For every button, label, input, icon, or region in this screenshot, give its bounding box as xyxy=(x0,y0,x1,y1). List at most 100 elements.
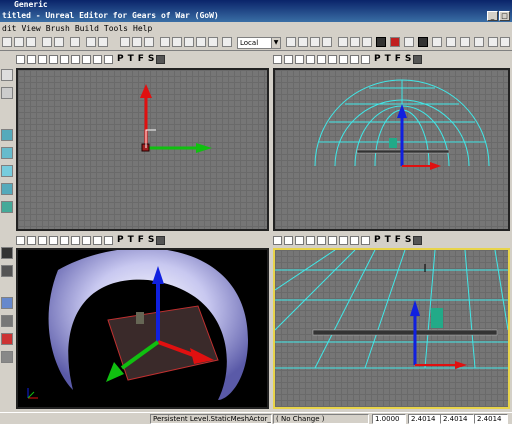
maximize-viewport-icon[interactable] xyxy=(413,54,423,64)
realtime-preview-icon[interactable] xyxy=(104,54,113,64)
viewport-bottom-left[interactable] xyxy=(16,248,269,409)
texture-density-icon[interactable] xyxy=(82,235,91,245)
texture-density-icon[interactable] xyxy=(339,235,348,245)
lighting-only-icon[interactable] xyxy=(317,235,326,245)
add-brush-icon[interactable] xyxy=(1,247,13,259)
volume-icon[interactable] xyxy=(1,297,13,309)
content-icon[interactable] xyxy=(488,37,498,47)
complexity-icon[interactable] xyxy=(71,54,80,64)
wireframe-icon[interactable] xyxy=(27,54,36,64)
menu-edit[interactable]: dit xyxy=(2,24,16,33)
sphere-brush-icon[interactable] xyxy=(1,147,13,159)
unlit-icon[interactable] xyxy=(38,54,47,64)
view-icon[interactable] xyxy=(16,54,25,64)
view-front[interactable]: F xyxy=(395,54,401,64)
view-perspective[interactable]: P xyxy=(117,235,124,245)
complexity-icon[interactable] xyxy=(328,235,337,245)
viewport-top-right[interactable] xyxy=(273,68,510,231)
complexity-icon[interactable] xyxy=(328,54,337,64)
view-icon[interactable] xyxy=(16,235,25,245)
deintersect-icon[interactable] xyxy=(1,333,13,345)
view-perspective[interactable]: P xyxy=(374,54,381,64)
translate-icon[interactable] xyxy=(172,37,182,47)
floor-slab[interactable] xyxy=(312,329,498,336)
subtract-brush-icon[interactable] xyxy=(1,265,13,277)
realtime-preview-icon[interactable] xyxy=(361,235,370,245)
split-icon[interactable] xyxy=(144,37,154,47)
open-icon[interactable] xyxy=(14,37,24,47)
select-icon[interactable] xyxy=(160,37,170,47)
view-side[interactable]: S xyxy=(405,54,411,64)
view-top[interactable]: T xyxy=(385,54,391,64)
grid-icon[interactable] xyxy=(222,37,232,47)
scale-icon[interactable] xyxy=(196,37,206,47)
paste-icon[interactable] xyxy=(98,37,108,47)
sheet-brush-icon[interactable] xyxy=(1,183,13,195)
chair-mesh-icon[interactable] xyxy=(431,308,443,328)
lit-icon[interactable] xyxy=(306,235,315,245)
menu-brush[interactable]: Brush xyxy=(46,24,70,33)
view-front[interactable]: F xyxy=(138,54,144,64)
rotate-icon[interactable] xyxy=(184,37,194,47)
view-icon[interactable] xyxy=(273,235,282,245)
cylinder-brush-icon[interactable] xyxy=(1,165,13,177)
view-perspective[interactable]: P xyxy=(374,235,381,245)
lit-icon[interactable] xyxy=(306,54,315,64)
menu-view[interactable]: View xyxy=(21,24,40,33)
move-mode-icon[interactable] xyxy=(1,87,13,99)
redo-icon[interactable] xyxy=(54,37,64,47)
maximize-button[interactable]: □ xyxy=(499,11,510,21)
chair-mesh-icon[interactable] xyxy=(389,138,397,148)
play-icon[interactable] xyxy=(338,37,348,47)
matinee-icon[interactable] xyxy=(362,37,372,47)
chair-mesh-icon[interactable] xyxy=(136,312,144,324)
unlit-icon[interactable] xyxy=(295,235,304,245)
view-top[interactable]: T xyxy=(128,235,134,245)
realtime-preview-icon[interactable] xyxy=(104,235,113,245)
lightmap-icon[interactable] xyxy=(350,235,359,245)
lightmap-icon[interactable] xyxy=(350,54,359,64)
menu-help[interactable]: Help xyxy=(133,24,152,33)
build-paths-icon[interactable] xyxy=(310,37,320,47)
texture-density-icon[interactable] xyxy=(82,54,91,64)
lightmap-icon[interactable] xyxy=(93,235,102,245)
lighting-only-icon[interactable] xyxy=(60,54,69,64)
menu-tools[interactable]: Tools xyxy=(104,24,128,33)
mesh-icon[interactable] xyxy=(460,37,470,47)
intersect-icon[interactable] xyxy=(1,315,13,327)
camera-mode-icon[interactable] xyxy=(1,69,13,81)
window-icon[interactable] xyxy=(132,37,142,47)
view-top[interactable]: T xyxy=(128,54,134,64)
browser-icon[interactable] xyxy=(120,37,130,47)
realtime-preview-icon[interactable] xyxy=(361,54,370,64)
cube-icon[interactable] xyxy=(474,37,484,47)
lit-icon[interactable] xyxy=(49,235,58,245)
complexity-icon[interactable] xyxy=(71,235,80,245)
undo-icon[interactable] xyxy=(42,37,52,47)
maximize-viewport-icon[interactable] xyxy=(156,235,166,245)
build-all-icon[interactable] xyxy=(322,37,332,47)
maximize-viewport-icon[interactable] xyxy=(156,54,166,64)
lit-icon[interactable] xyxy=(49,54,58,64)
p-icon[interactable] xyxy=(418,37,428,47)
viewport-bottom-right[interactable] xyxy=(273,248,510,409)
view-top[interactable]: T xyxy=(385,235,391,245)
volumetric-brush-icon[interactable] xyxy=(1,201,13,213)
menu-build[interactable]: Build xyxy=(75,24,99,33)
view-front[interactable]: F xyxy=(395,235,401,245)
k-icon[interactable] xyxy=(376,37,386,47)
viewport-top-left[interactable] xyxy=(16,68,269,231)
maximize-viewport-icon[interactable] xyxy=(413,235,423,245)
wireframe-icon[interactable] xyxy=(284,54,293,64)
view-side[interactable]: S xyxy=(148,54,154,64)
lighting-only-icon[interactable] xyxy=(317,54,326,64)
lightmap-icon[interactable] xyxy=(93,54,102,64)
stop-icon[interactable] xyxy=(390,37,400,47)
camera-icon[interactable] xyxy=(446,37,456,47)
view-icon[interactable] xyxy=(273,54,282,64)
cone-brush-icon[interactable] xyxy=(1,129,13,141)
copy-icon[interactable] xyxy=(86,37,96,47)
lock-icon[interactable] xyxy=(432,37,442,47)
coordinate-system-dropdown[interactable]: Local ▼ xyxy=(237,37,281,49)
build-lighting-icon[interactable] xyxy=(298,37,308,47)
